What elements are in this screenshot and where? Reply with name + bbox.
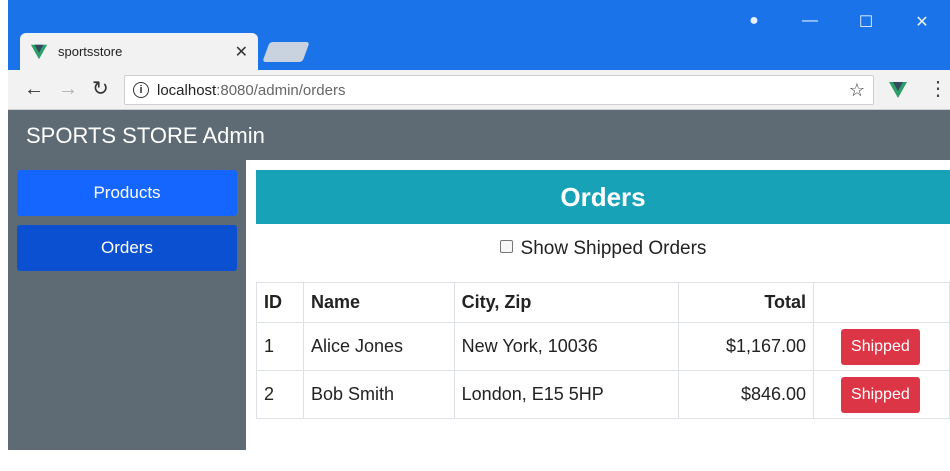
minimize-icon[interactable]: —	[782, 12, 838, 32]
order-name: Alice Jones	[302, 322, 455, 371]
reload-icon[interactable]: ↻	[92, 78, 109, 100]
column-header-name: Name	[302, 282, 455, 323]
vue-devtools-extension-icon[interactable]	[888, 80, 908, 100]
show-shipped-label[interactable]: Show Shipped Orders	[521, 238, 707, 259]
bookmark-star-icon[interactable]: ☆	[849, 80, 865, 101]
back-arrow-icon[interactable]: ←	[24, 78, 44, 100]
profile-icon[interactable]: ●	[726, 12, 782, 32]
table-header-row: ID Name City, Zip Total	[256, 282, 950, 323]
column-header-action	[813, 282, 950, 323]
order-total: $1,167.00	[678, 322, 815, 371]
tab-title: sportsstore	[58, 44, 123, 59]
maximize-icon[interactable]: ☐	[838, 12, 894, 32]
order-id: 1	[256, 322, 304, 371]
table-row: 2 Bob Smith London, E15 5HP $846.00 Ship…	[256, 370, 950, 419]
tab-close-icon[interactable]: ✕	[235, 42, 248, 62]
browser-toolbar: ← → ↻ i localhost:8080/admin/orders ☆ ⋮	[8, 70, 950, 110]
url-host: localhost	[157, 81, 217, 99]
orders-table: ID Name City, Zip Total 1 Alice Jones Ne…	[256, 282, 950, 419]
table-row: 1 Alice Jones New York, 10036 $1,167.00 …	[256, 322, 950, 371]
order-total: $846.00	[678, 370, 815, 419]
app-header: SPORTS STORE Admin	[8, 110, 950, 160]
browser-menu-icon[interactable]: ⋮	[928, 76, 948, 101]
info-icon[interactable]: i	[133, 82, 149, 98]
sidebar-item-orders[interactable]: Orders	[17, 225, 237, 271]
order-id: 2	[256, 370, 304, 419]
shipped-button[interactable]: Shipped	[841, 376, 920, 413]
main-content: Orders Show Shipped Orders ID Name City,…	[256, 160, 950, 460]
browser-tab[interactable]: sportsstore ✕	[20, 33, 258, 70]
sidebar-item-products[interactable]: Products	[17, 170, 237, 216]
show-shipped-checkbox[interactable]	[499, 240, 513, 253]
close-icon[interactable]: ✕	[894, 12, 950, 32]
sidebar: Products Orders	[8, 160, 246, 450]
order-name: Bob Smith	[302, 370, 455, 419]
window-controls: ● — ☐ ✕	[726, 12, 950, 32]
order-action-cell: Shipped	[813, 370, 950, 419]
address-bar[interactable]: i localhost:8080/admin/orders ☆	[124, 75, 874, 105]
browser-titlebar: sportsstore ✕ ● — ☐ ✕	[8, 0, 950, 70]
order-city-zip: London, E15 5HP	[453, 370, 680, 419]
url-path: :8080/admin/orders	[216, 81, 346, 99]
order-city-zip: New York, 10036	[453, 322, 680, 371]
order-action-cell: Shipped	[813, 322, 950, 371]
vue-logo-icon	[30, 44, 48, 59]
browser-window: sportsstore ✕ ● — ☐ ✕ ← → ↻ i localhost:…	[8, 0, 950, 471]
show-shipped-filter: Show Shipped Orders	[256, 234, 950, 264]
shipped-button[interactable]: Shipped	[841, 328, 920, 365]
page-title: Orders	[256, 170, 950, 224]
column-header-total: Total	[678, 282, 815, 323]
forward-arrow-icon[interactable]: →	[58, 78, 78, 100]
new-tab-button[interactable]	[262, 42, 310, 62]
column-header-id: ID	[256, 282, 304, 323]
column-header-city-zip: City, Zip	[453, 282, 680, 323]
